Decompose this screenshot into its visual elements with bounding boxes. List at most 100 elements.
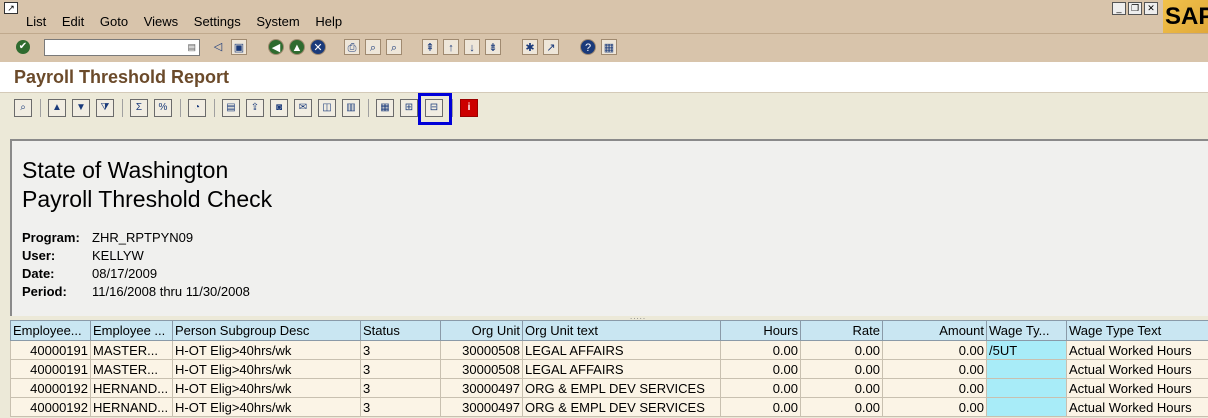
table-cell[interactable]: 0.00	[882, 340, 987, 360]
close-icon[interactable]: ✕	[1144, 2, 1158, 15]
table-cell[interactable]: 40000192	[10, 378, 91, 398]
table-cell[interactable]: /5UT	[986, 340, 1067, 360]
table-cell[interactable]: 0.00	[882, 378, 987, 398]
previous-page-icon[interactable]: ↑	[443, 39, 459, 55]
table-cell[interactable]: 30000497	[440, 397, 523, 417]
table-cell[interactable]: Actual Worked Hours	[1066, 378, 1208, 398]
table-cell[interactable]: HERNAND...	[90, 397, 173, 417]
send-icon[interactable]: ✉	[294, 99, 312, 117]
restore-icon[interactable]: ❐	[1128, 2, 1142, 15]
table-cell[interactable]: 3	[360, 340, 441, 360]
table-cell[interactable]: 30000508	[440, 340, 523, 360]
graphic-icon[interactable]: ▥	[342, 99, 360, 117]
table-cell[interactable]: 30000497	[440, 378, 523, 398]
table-cell[interactable]: MASTER...	[90, 359, 173, 379]
back-icon[interactable]: ◀	[268, 39, 284, 55]
table-cell[interactable]: 0.00	[800, 340, 883, 360]
minimize-icon[interactable]: _	[1112, 2, 1126, 15]
column-header-org-unit-text[interactable]: Org Unit text	[522, 320, 721, 341]
create-session-icon[interactable]: ✱	[522, 39, 538, 55]
table-row[interactable]: 40000191 MASTER... H-OT Elig>40hrs/wk 3 3000…	[10, 340, 1208, 360]
enter-check-icon[interactable]: ✔	[16, 40, 30, 54]
table-cell[interactable]: 0.00	[882, 359, 987, 379]
cancel-icon[interactable]: ✕	[310, 39, 326, 55]
local-file-icon[interactable]: ◙	[270, 99, 288, 117]
select-layout-icon[interactable]: ⊞	[400, 99, 418, 117]
table-cell[interactable]: H-OT Elig>40hrs/wk	[172, 378, 361, 398]
table-cell[interactable]: 30000508	[440, 359, 523, 379]
menu-system[interactable]: System	[256, 14, 299, 29]
table-cell[interactable]: Actual Worked Hours	[1066, 359, 1208, 379]
first-page-icon[interactable]: ⇞	[422, 39, 438, 55]
command-field[interactable]: ▤	[44, 39, 200, 56]
table-cell[interactable]: 40000191	[10, 340, 91, 360]
table-cell[interactable]: Actual Worked Hours	[1066, 340, 1208, 360]
column-header-employee-name[interactable]: Employee ...	[90, 320, 173, 341]
filter-icon[interactable]: ⧩	[96, 99, 114, 117]
table-row[interactable]: 40000192 HERNAND... H-OT Elig>40hrs/wk 3 300…	[10, 397, 1208, 417]
spreadsheet-icon[interactable]: ⇪	[246, 99, 264, 117]
menu-edit[interactable]: Edit	[62, 14, 84, 29]
table-cell[interactable]: H-OT Elig>40hrs/wk	[172, 359, 361, 379]
column-header-wage-type-text[interactable]: Wage Type Text	[1066, 320, 1208, 341]
table-cell[interactable]: 40000192	[10, 397, 91, 417]
print-preview-icon[interactable]: ◔	[188, 99, 206, 117]
column-header-status[interactable]: Status	[360, 320, 441, 341]
table-cell[interactable]: ORG & EMPL DEV SERVICES	[522, 397, 721, 417]
sort-descending-icon[interactable]: ▼	[72, 99, 90, 117]
table-cell[interactable]	[986, 359, 1067, 379]
column-header-rate[interactable]: Rate	[800, 320, 883, 341]
column-header-person-subgroup[interactable]: Person Subgroup Desc	[172, 320, 361, 341]
table-cell[interactable]: 0.00	[720, 359, 801, 379]
last-page-icon[interactable]: ⇟	[485, 39, 501, 55]
next-page-icon[interactable]: ↓	[464, 39, 480, 55]
table-row[interactable]: 40000191 MASTER... H-OT Elig>40hrs/wk 3 3000…	[10, 359, 1208, 379]
column-header-hours[interactable]: Hours	[720, 320, 801, 341]
table-cell[interactable]	[986, 378, 1067, 398]
menu-list-item[interactable]: List	[26, 14, 46, 29]
column-header-employee-number[interactable]: Employee...	[10, 320, 91, 341]
table-cell[interactable]: H-OT Elig>40hrs/wk	[172, 397, 361, 417]
word-processing-icon[interactable]: ▤	[222, 99, 240, 117]
table-cell[interactable]: 0.00	[800, 359, 883, 379]
system-menu-icon[interactable]: ↗	[4, 2, 18, 14]
menu-help[interactable]: Help	[315, 14, 342, 29]
table-cell[interactable]: Actual Worked Hours	[1066, 397, 1208, 417]
table-cell[interactable]: HERNAND...	[90, 378, 173, 398]
details-icon[interactable]: ⌕	[14, 99, 32, 117]
layout-menu-icon[interactable]: ▦	[601, 39, 617, 55]
table-cell[interactable]: 0.00	[720, 340, 801, 360]
menu-views[interactable]: Views	[144, 14, 178, 29]
exit-icon[interactable]: ▲	[289, 39, 305, 55]
menu-goto[interactable]: Goto	[100, 14, 128, 29]
change-layout-icon[interactable]: ▦	[376, 99, 394, 117]
table-cell[interactable]: 0.00	[800, 397, 883, 417]
sort-ascending-icon[interactable]: ▲	[48, 99, 66, 117]
table-cell[interactable]: LEGAL AFFAIRS	[522, 359, 721, 379]
find-icon[interactable]: ⌕	[365, 39, 381, 55]
table-cell[interactable]: 0.00	[882, 397, 987, 417]
help-icon[interactable]: ?	[580, 39, 596, 55]
table-cell[interactable]: 3	[360, 359, 441, 379]
table-cell[interactable]: 0.00	[800, 378, 883, 398]
back-arrow-icon[interactable]: ◁	[210, 39, 226, 55]
subtotal-icon[interactable]: %	[154, 99, 172, 117]
command-history-icon[interactable]: ▤	[187, 42, 196, 53]
find-next-icon[interactable]: ⌕	[386, 39, 402, 55]
table-cell[interactable]: 0.00	[720, 378, 801, 398]
table-cell[interactable]: H-OT Elig>40hrs/wk	[172, 340, 361, 360]
information-icon[interactable]: i	[460, 99, 478, 117]
column-header-amount[interactable]: Amount	[882, 320, 987, 341]
table-cell[interactable]: 3	[360, 397, 441, 417]
save-icon[interactable]: ▣	[231, 39, 247, 55]
total-icon[interactable]: Σ	[130, 99, 148, 117]
column-header-wage-type[interactable]: Wage Ty...	[986, 320, 1067, 341]
table-row[interactable]: 40000192 HERNAND... H-OT Elig>40hrs/wk 3 300…	[10, 378, 1208, 398]
table-cell[interactable]: ORG & EMPL DEV SERVICES	[522, 378, 721, 398]
print-icon[interactable]: ⎙	[344, 39, 360, 55]
menu-settings[interactable]: Settings	[194, 14, 241, 29]
table-cell[interactable]: MASTER...	[90, 340, 173, 360]
table-cell[interactable]	[986, 397, 1067, 417]
table-cell[interactable]: 40000191	[10, 359, 91, 379]
table-cell[interactable]: 0.00	[720, 397, 801, 417]
